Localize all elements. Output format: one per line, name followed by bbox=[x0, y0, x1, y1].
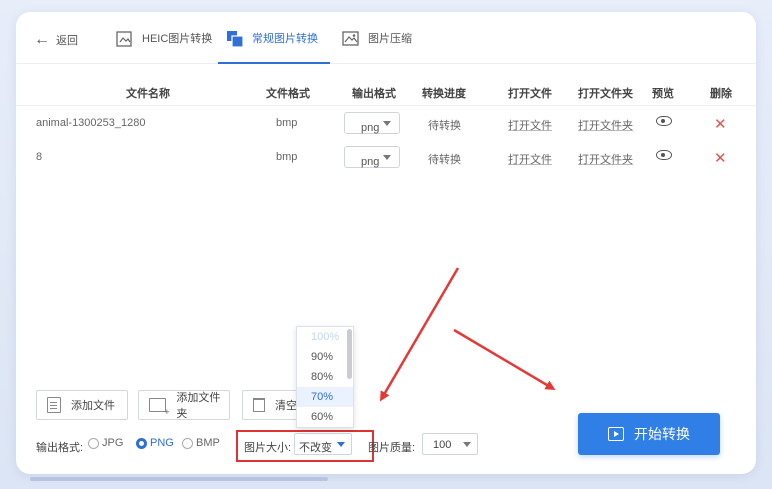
image-quality-label: 图片质量: bbox=[368, 442, 416, 454]
convert-image-icon bbox=[226, 30, 244, 48]
delete-x-icon[interactable]: ✕ bbox=[714, 151, 727, 167]
header-output-format: 输出格式 bbox=[352, 88, 396, 100]
tab-heic-convert[interactable]: HEIC图片转换 bbox=[116, 26, 212, 64]
radio-bmp[interactable]: BMP bbox=[182, 437, 220, 449]
file-format: bmp bbox=[276, 117, 298, 129]
radio-bmp-label: BMP bbox=[196, 437, 220, 449]
app-window: ← 返回 HEIC图片转换 常规图片转换 图片压缩 文件名称 文件格式 输出格式… bbox=[16, 12, 756, 474]
header-delete: 删除 bbox=[710, 88, 732, 100]
output-format-select[interactable]: png bbox=[344, 146, 400, 168]
tab-compress-label: 图片压缩 bbox=[368, 33, 412, 45]
heic-image-icon bbox=[116, 30, 134, 48]
chevron-down-icon bbox=[383, 121, 391, 126]
header-file-name: 文件名称 bbox=[126, 88, 170, 100]
top-nav: ← 返回 HEIC图片转换 常规图片转换 图片压缩 bbox=[16, 12, 756, 64]
radio-circle-icon bbox=[182, 437, 193, 449]
open-file-link[interactable]: 打开文件 bbox=[508, 117, 552, 133]
progress-status: 待转换 bbox=[428, 120, 461, 132]
image-size-dropdown: 100% 90% 80% 70% 60% bbox=[296, 326, 354, 428]
dropdown-option[interactable]: 90% bbox=[297, 347, 353, 367]
header-file-format: 文件格式 bbox=[266, 88, 310, 100]
dropdown-option[interactable]: 60% bbox=[297, 407, 353, 427]
radio-checked-icon bbox=[136, 437, 147, 449]
file-format: bmp bbox=[276, 151, 298, 163]
radio-jpg-label: JPG bbox=[102, 437, 124, 449]
start-convert-label: 开始转换 bbox=[634, 426, 690, 442]
play-icon bbox=[608, 427, 624, 441]
header-progress: 转换进度 bbox=[422, 88, 466, 100]
radio-png[interactable]: PNG bbox=[136, 437, 174, 449]
dropdown-option-highlighted[interactable]: 70% bbox=[297, 387, 353, 407]
clear-label: 清空 bbox=[275, 400, 297, 412]
horizontal-scrollbar[interactable] bbox=[30, 477, 328, 481]
start-convert-button[interactable]: 开始转换 bbox=[578, 413, 720, 455]
file-name: 8 bbox=[36, 151, 43, 163]
image-quality-value: 100 bbox=[433, 439, 452, 451]
table-row: 8 bmp png 待转换 打开文件 打开文件夹 ✕ bbox=[16, 142, 756, 176]
back-button[interactable]: ← 返回 bbox=[34, 32, 78, 48]
add-folder-label: 添加文件夹 bbox=[176, 392, 221, 420]
chevron-down-icon bbox=[463, 442, 471, 447]
radio-circle-icon bbox=[88, 437, 99, 449]
add-file-button[interactable]: 添加文件 bbox=[36, 390, 128, 420]
radio-png-label: PNG bbox=[150, 437, 174, 449]
table-row: animal-1300253_1280 bmp png 待转换 打开文件 打开文… bbox=[16, 108, 756, 142]
file-name: animal-1300253_1280 bbox=[36, 117, 146, 129]
tab-normal-label: 常规图片转换 bbox=[252, 33, 318, 45]
tab-normal-convert[interactable]: 常规图片转换 bbox=[218, 26, 330, 64]
open-file-link[interactable]: 打开文件 bbox=[508, 151, 552, 167]
image-size-label: 图片大小: bbox=[244, 442, 292, 454]
dropdown-option[interactable]: 100% bbox=[297, 327, 353, 347]
trash-icon bbox=[253, 398, 265, 412]
tab-heic-label: HEIC图片转换 bbox=[142, 33, 213, 45]
output-format-value: png bbox=[361, 156, 380, 168]
output-format-value: png bbox=[361, 122, 380, 134]
open-folder-link[interactable]: 打开文件夹 bbox=[578, 117, 633, 133]
progress-status: 待转换 bbox=[428, 154, 461, 166]
preview-eye-icon[interactable] bbox=[656, 150, 672, 160]
image-size-select[interactable]: 不改变 bbox=[294, 433, 352, 455]
add-folder-button[interactable]: 添加文件夹 bbox=[138, 390, 230, 420]
radio-jpg[interactable]: JPG bbox=[88, 437, 123, 449]
back-arrow-icon: ← bbox=[34, 31, 50, 48]
header-open-file: 打开文件 bbox=[508, 88, 552, 100]
tab-compress[interactable]: 图片压缩 bbox=[342, 26, 412, 64]
header-open-folder: 打开文件夹 bbox=[578, 88, 633, 100]
output-format-select[interactable]: png bbox=[344, 112, 400, 134]
preview-eye-icon[interactable] bbox=[656, 116, 672, 126]
dropdown-option[interactable]: 80% bbox=[297, 367, 353, 387]
output-format-label: 输出格式: bbox=[36, 442, 84, 454]
image-quality-select[interactable]: 100 bbox=[422, 433, 478, 455]
image-size-value: 不改变 bbox=[299, 442, 332, 454]
delete-x-icon[interactable]: ✕ bbox=[714, 117, 727, 133]
open-folder-link[interactable]: 打开文件夹 bbox=[578, 151, 633, 167]
file-icon bbox=[47, 397, 61, 413]
dropdown-scrollbar[interactable] bbox=[347, 329, 352, 379]
header-preview: 预览 bbox=[652, 88, 674, 100]
chevron-down-icon bbox=[337, 442, 345, 447]
add-folder-icon bbox=[149, 398, 170, 417]
table-header: 文件名称 文件格式 输出格式 转换进度 打开文件 打开文件夹 预览 删除 bbox=[16, 76, 756, 106]
chevron-down-icon bbox=[383, 155, 391, 160]
add-file-label: 添加文件 bbox=[71, 400, 115, 412]
back-label: 返回 bbox=[56, 35, 78, 47]
compress-image-icon bbox=[342, 30, 360, 48]
